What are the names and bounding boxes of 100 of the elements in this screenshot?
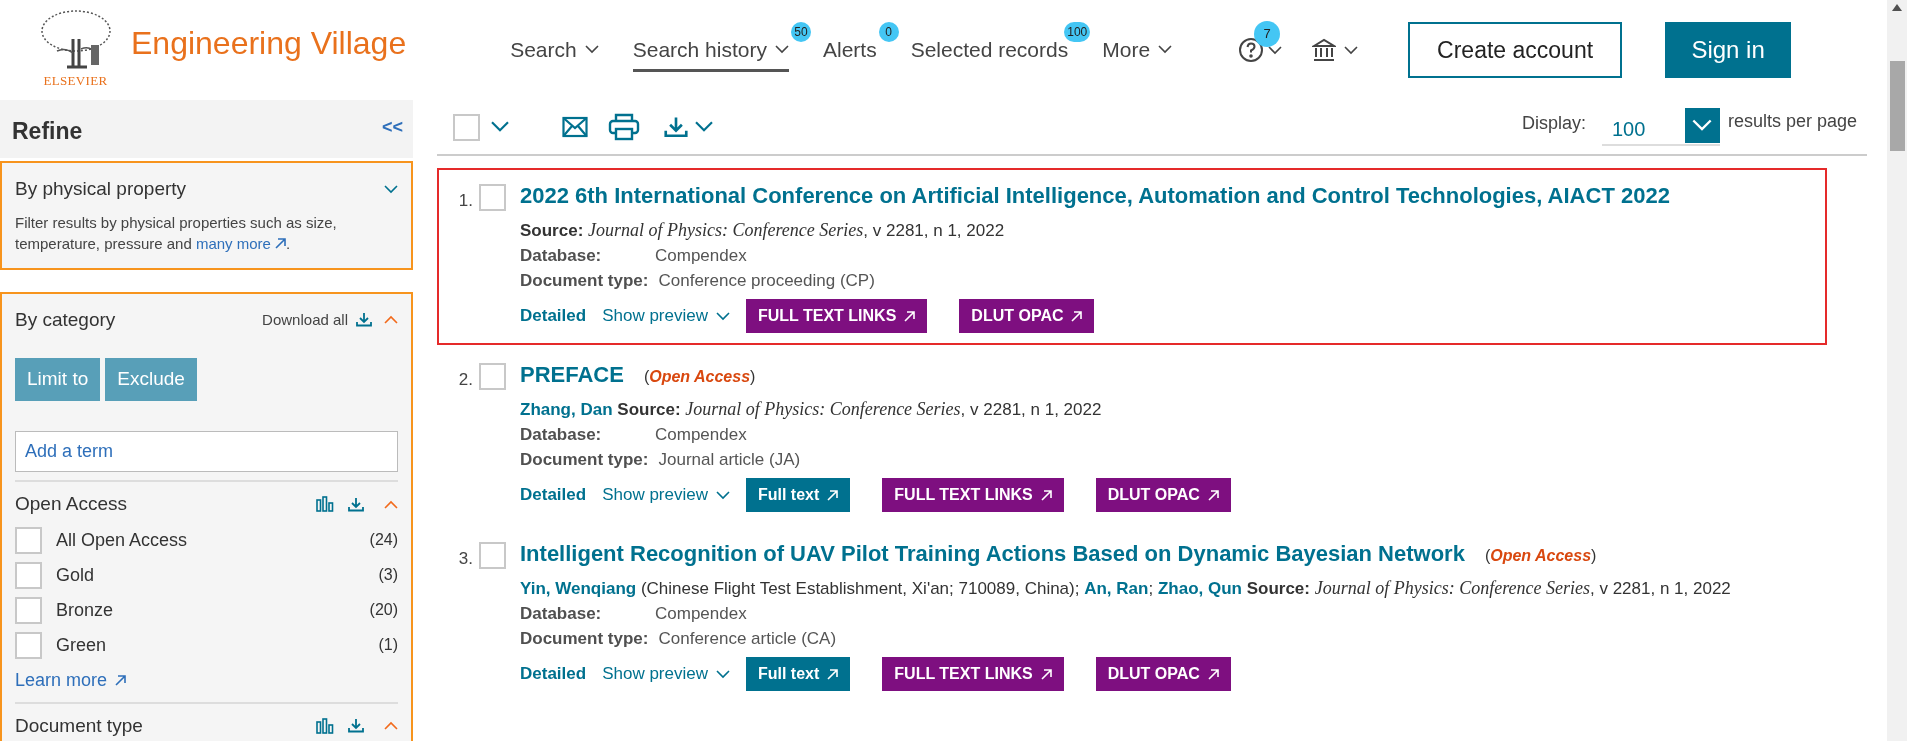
bar-chart-icon[interactable] [316, 717, 334, 734]
count-badge: 7 [1254, 21, 1281, 47]
count-badge: 0 [878, 21, 899, 42]
nav-item[interactable]: More [1102, 27, 1173, 73]
many-more-link[interactable]: many more [195, 232, 286, 254]
external-link-icon [1040, 489, 1052, 501]
help-icon[interactable] [1238, 37, 1265, 63]
external-link-icon [827, 668, 839, 680]
external-link-icon [1207, 489, 1219, 501]
panel-description: Filter results by physical properties such as size, temperature, pressure and many more . [15, 212, 338, 254]
result-checkbox[interactable] [479, 363, 506, 390]
field-value: Conference article (CA) [658, 628, 837, 650]
facet-title[interactable]: Open Access [15, 490, 127, 519]
result-number: 3. [457, 548, 473, 570]
external-link-icon [1207, 668, 1219, 680]
full-text-links-button[interactable]: FULL TEXT LINKS [882, 478, 1064, 512]
opac-button[interactable]: DLUT OPAC [1095, 657, 1231, 691]
limit-to-button[interactable]: Limit to [15, 358, 101, 401]
refine-title: Refine [12, 117, 83, 146]
download-icon[interactable] [348, 496, 364, 512]
full-text-links-button[interactable]: FULL TEXT LINKS [745, 299, 928, 333]
result-number: 1. [457, 190, 473, 212]
author-link[interactable]: An, Ran [1084, 579, 1149, 598]
facet-option[interactable]: Gold [56, 561, 95, 589]
institution-icon[interactable] [1312, 38, 1337, 62]
publisher-name: ELSEVIER [43, 72, 108, 91]
sign-in-button[interactable]: Sign in [1665, 22, 1792, 78]
nav-item[interactable]: Search [510, 27, 599, 73]
nav-item[interactable]: Alerts [822, 27, 877, 73]
facet-count: (24) [369, 530, 398, 550]
opac-button[interactable]: DLUT OPAC [1095, 478, 1231, 512]
field-label: Database: [520, 245, 603, 267]
download-icon[interactable] [664, 116, 688, 138]
scroll-up-icon[interactable] [1892, 4, 1902, 11]
page-size-select[interactable]: 100 [1601, 108, 1720, 146]
facet-checkbox[interactable] [15, 596, 42, 624]
field-label: Database: [520, 424, 603, 446]
scrollbar-thumb[interactable] [1889, 61, 1905, 151]
field-value: Compendex [655, 424, 747, 446]
facet-checkbox[interactable] [15, 631, 42, 659]
chevron-icon [715, 311, 730, 321]
opac-button[interactable]: DLUT OPAC [959, 299, 1095, 333]
field-label: Document type: [520, 628, 649, 650]
field-value: Conference proceeding (CP) [658, 270, 875, 292]
detailed-link[interactable]: Detailed [520, 661, 587, 687]
dropdown-icon [1691, 119, 1714, 132]
facet-checkbox[interactable] [15, 561, 42, 589]
facet-option[interactable]: Green [56, 631, 107, 659]
email-icon[interactable] [562, 116, 588, 138]
scrollbar[interactable] [1887, 0, 1907, 741]
create-account-button[interactable]: Create account [1408, 22, 1623, 78]
open-access-tag: (Open Access) [643, 365, 756, 389]
product-name[interactable]: Engineering Village [131, 19, 407, 67]
author-link[interactable]: Zhao, Qun [1157, 579, 1242, 598]
collapse-link[interactable]: << [381, 114, 403, 141]
detailed-link[interactable]: Detailed [520, 303, 587, 329]
result-checkbox[interactable] [479, 184, 506, 211]
download-icon[interactable] [356, 312, 372, 328]
field-value: Compendex [655, 603, 747, 625]
external-link-icon [827, 489, 839, 501]
count-badge: 50 [790, 21, 811, 42]
byline: Zhang, Dan Source: Journal of Physics: Conference Series, v 2281, n 1, 2022 [520, 398, 1103, 421]
result-checkbox[interactable] [479, 542, 506, 569]
download-icon[interactable] [348, 718, 364, 734]
facet-count: (20) [369, 600, 398, 620]
panel-title[interactable]: By category [15, 305, 116, 334]
full-text-links-button[interactable]: FULL TEXT LINKS [882, 657, 1064, 691]
print-icon[interactable] [608, 113, 640, 141]
dropdown-icon [490, 121, 510, 133]
nav-item[interactable]: Search history [632, 27, 789, 73]
field-value: Journal article (JA) [658, 449, 801, 471]
facet-checkbox[interactable] [15, 526, 42, 554]
chevron-icon [715, 669, 730, 679]
panel-title[interactable]: By physical property [15, 175, 187, 204]
external-link-icon [1040, 668, 1052, 680]
download-all-link[interactable]: Download all [262, 308, 348, 331]
full-text-button[interactable]: Full text [745, 478, 851, 512]
facet-option[interactable]: All Open Access [56, 526, 188, 554]
bar-chart-icon[interactable] [316, 496, 334, 513]
author-link[interactable]: Yin, Wenqiang [520, 579, 637, 598]
exclude-button[interactable]: Exclude [105, 358, 197, 401]
external-link-icon [115, 674, 127, 686]
show-preview-link[interactable]: Show preview [602, 482, 730, 508]
result-title[interactable]: PREFACE [520, 359, 624, 391]
result-title[interactable]: Intelligent Recognition of UAV Pilot Training Actions Based on Dynamic Bayesian Network [520, 538, 1465, 570]
facet-count: (3) [378, 565, 398, 585]
dropdown-icon [694, 121, 714, 133]
learn-more-link[interactable]: Learn more [15, 666, 398, 694]
show-preview-link[interactable]: Show preview [602, 661, 730, 687]
byline: Yin, Wenqiang (Chinese Flight Test Establishment, Xi'an; 710089, China); An, Ran; Zhao, Qun Source: Journal of Physics: Conference Series, v 2281, n 1, 2022 [520, 577, 1731, 600]
detailed-link[interactable]: Detailed [520, 482, 587, 508]
author-link[interactable]: Zhang, Dan [520, 400, 613, 419]
full-text-button[interactable]: Full text [745, 657, 851, 691]
result-title[interactable]: 2022 6th International Conference on Artificial Intelligence, Automation and Control Technologies, AIACT 2022 [520, 180, 1670, 212]
show-preview-link[interactable]: Show preview [602, 303, 730, 329]
facet-option[interactable]: Bronze [56, 596, 114, 624]
facet-title[interactable]: Document type [15, 711, 143, 740]
select-all-checkbox[interactable] [453, 113, 480, 141]
display-suffix: results per page [1727, 110, 1857, 133]
term-input-field[interactable]: Add a term [15, 431, 398, 472]
